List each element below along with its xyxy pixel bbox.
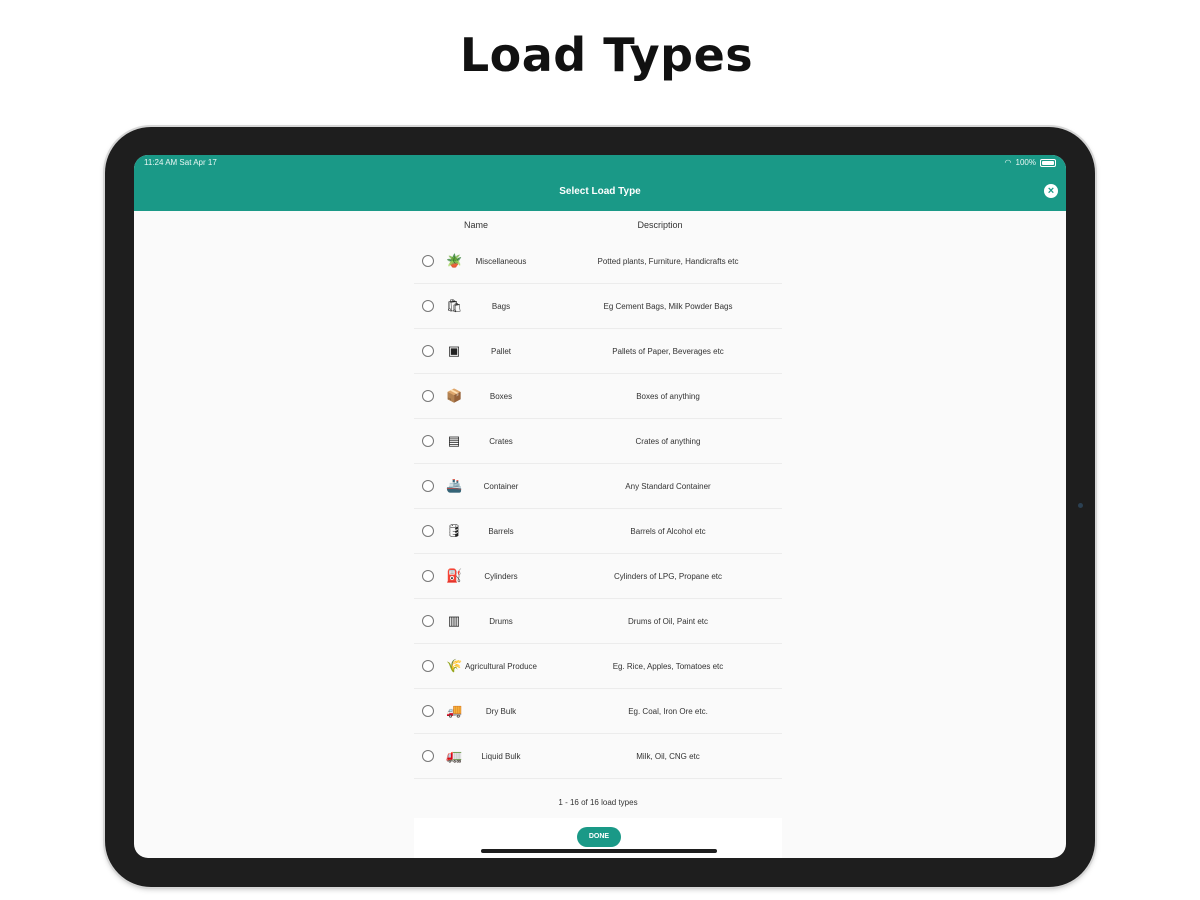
- table-row[interactable]: 🛢 Barrels Barrels of Alcohol etc: [414, 509, 782, 554]
- radio-button[interactable]: [422, 390, 434, 402]
- radio-button[interactable]: [422, 255, 434, 267]
- battery-icon: [1040, 158, 1056, 167]
- table-row[interactable]: ▥ Drums Drums of Oil, Paint etc: [414, 599, 782, 644]
- table-row[interactable]: 🛍 Bags Eg Cement Bags, Milk Powder Bags: [414, 284, 782, 329]
- column-header-description: Description: [637, 220, 683, 230]
- table-row[interactable]: ⚓ReelsReels of paper etc: [414, 779, 782, 786]
- load-type-description: Pallets of Paper, Beverages etc: [612, 346, 724, 356]
- app-bar: 11:24 AM Sat Apr 17 ◠ 100% Select Load T…: [134, 155, 1066, 211]
- load-type-name: Drums: [489, 616, 513, 626]
- cylinders-icon: ⛽: [446, 568, 463, 583]
- crates-icon: ▤: [447, 433, 461, 448]
- status-time: 11:24 AM Sat Apr 17: [144, 158, 217, 167]
- pagination-text: 1 - 16 of 16 load types: [558, 798, 638, 807]
- load-type-name: Container: [483, 481, 519, 491]
- radio-button[interactable]: [422, 615, 434, 627]
- load-type-description: Eg. Rice, Apples, Tomatoes etc: [612, 661, 724, 671]
- load-type-name: Bags: [491, 301, 511, 311]
- drums-icon: ▥: [447, 613, 461, 628]
- dialog-title: Select Load Type: [559, 186, 641, 197]
- table-row[interactable]: ▣ Pallet Pallets of Paper, Beverages etc: [414, 329, 782, 374]
- page-title: Load Types: [459, 28, 754, 82]
- radio-button[interactable]: [422, 705, 434, 717]
- wifi-icon: ◠: [1004, 158, 1012, 167]
- home-indicator: [481, 849, 717, 853]
- radio-button[interactable]: [422, 435, 434, 447]
- load-type-name: Agricultural Produce: [464, 661, 538, 671]
- table-row[interactable]: 🚛 Liquid Bulk Milk, Oil, CNG etc: [414, 734, 782, 779]
- table-row[interactable]: ⛽ Cylinders Cylinders of LPG, Propane etc: [414, 554, 782, 599]
- load-type-name: Liquid Bulk: [481, 751, 521, 761]
- table-row[interactable]: 🌾 Agricultural Produce Eg. Rice, Apples, T…: [414, 644, 782, 689]
- load-type-name: Barrels: [488, 526, 514, 536]
- tablet-screen: 11:24 AM Sat Apr 17 ◠ 100% Select Load T…: [134, 155, 1066, 858]
- miscellaneous-icon: 🪴: [446, 253, 463, 268]
- dry-bulk-icon: 🚚: [446, 703, 463, 718]
- radio-button[interactable]: [422, 480, 434, 492]
- radio-button[interactable]: [422, 345, 434, 357]
- camera-dot: [1078, 503, 1083, 508]
- table-row[interactable]: 🚢 Container Any Standard Container: [414, 464, 782, 509]
- load-type-description: Crates of anything: [635, 436, 701, 446]
- load-type-description: Potted plants, Furniture, Handicrafts et…: [597, 256, 739, 266]
- load-type-name: Dry Bulk: [485, 706, 517, 716]
- load-type-description: Cylinders of LPG, Propane etc: [613, 571, 723, 581]
- bags-icon: 🛍: [446, 298, 463, 313]
- load-type-table: Name Description 🪴 Miscellaneous Potted pl…: [414, 211, 782, 786]
- table-row[interactable]: 📦 Boxes Boxes of anything: [414, 374, 782, 419]
- load-type-description: Any Standard Container: [625, 481, 711, 491]
- table-header: Name Description: [414, 211, 782, 239]
- radio-button[interactable]: [422, 300, 434, 312]
- battery-percent: 100%: [1015, 158, 1036, 167]
- load-type-name: Pallet: [490, 346, 511, 356]
- liquid-bulk-icon: 🚛: [446, 748, 463, 763]
- radio-button[interactable]: [422, 570, 434, 582]
- done-button[interactable]: DONE: [577, 827, 621, 847]
- load-type-description: Eg Cement Bags, Milk Powder Bags: [603, 301, 733, 311]
- load-type-name: Cylinders: [484, 571, 518, 581]
- load-type-description: Eg. Coal, Iron Ore etc.: [628, 706, 708, 716]
- status-indicators: ◠ 100%: [1005, 158, 1056, 167]
- boxes-icon: 📦: [446, 388, 463, 403]
- table-row[interactable]: 🪴 Miscellaneous Potted plants, Furniture, …: [414, 239, 782, 284]
- load-type-name: Boxes: [489, 391, 513, 401]
- load-type-name: Miscellaneous: [475, 256, 527, 266]
- load-type-description: Boxes of anything: [636, 391, 700, 401]
- load-type-description: Drums of Oil, Paint etc: [627, 616, 709, 626]
- table-row[interactable]: ▤ Crates Crates of anything: [414, 419, 782, 464]
- load-type-description: Milk, Oil, CNG etc: [636, 751, 700, 761]
- load-type-description: Barrels of Alcohol etc: [630, 526, 706, 536]
- agricultural-produce-icon: 🌾: [446, 658, 463, 673]
- close-icon[interactable]: ×: [1044, 184, 1058, 198]
- table-row[interactable]: 🚚 Dry Bulk Eg. Coal, Iron Ore etc.: [414, 689, 782, 734]
- radio-button[interactable]: [422, 525, 434, 537]
- load-type-name: Crates: [489, 436, 513, 446]
- radio-button[interactable]: [422, 660, 434, 672]
- table-body: 🪴 Miscellaneous Potted plants, Furniture, …: [414, 239, 782, 786]
- barrels-icon: 🛢: [446, 523, 463, 538]
- radio-button[interactable]: [422, 750, 434, 762]
- column-header-name: Name: [463, 220, 488, 230]
- container-icon: 🚢: [446, 478, 463, 493]
- pallet-icon: ▣: [447, 343, 461, 358]
